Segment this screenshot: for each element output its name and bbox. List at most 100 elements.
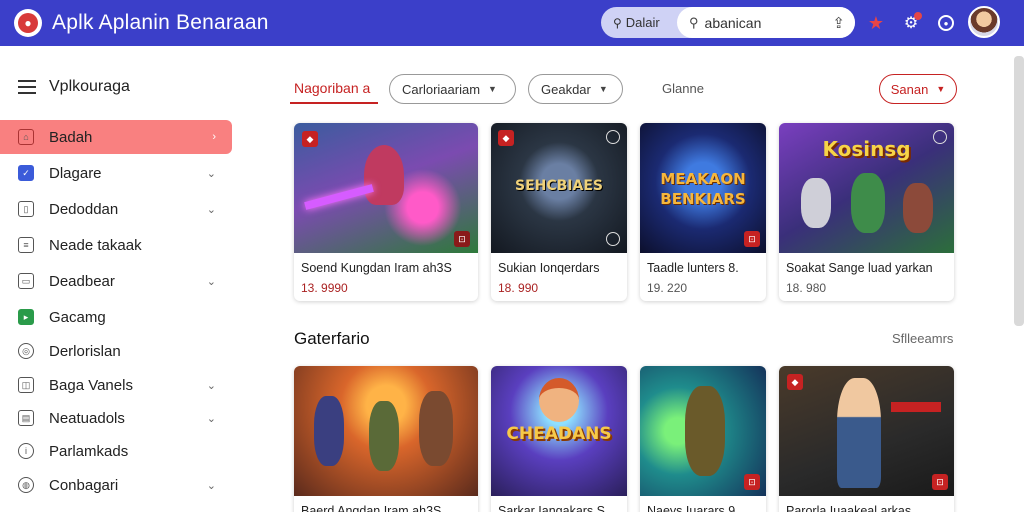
chevron-down-icon: ⌄ — [206, 479, 216, 492]
share-icon[interactable]: ⇪ — [832, 14, 845, 32]
game-card[interactable]: ◆ SEHCBIAES Sukian Ionqerdars 18. 990 — [491, 123, 627, 301]
search-bar: ⚲ Dalair ⚲ ⇪ — [601, 7, 855, 38]
info-icon — [933, 130, 947, 144]
game-cover-image: ◆ ⊡ — [294, 123, 478, 253]
compass-icon: ◎ — [18, 343, 34, 359]
sidebar-title: Vplkouraga — [49, 78, 130, 95]
tab-glanne[interactable]: Glanne — [662, 81, 704, 96]
app-logo[interactable]: ● — [14, 9, 42, 37]
sidebar: Vplkouraga ⌂ Badah › ✓ Dlagare ⌄ ▯ Dedod… — [0, 46, 244, 512]
game-title: Baerd Angdan Iram ah3S — [301, 504, 442, 512]
help-icon[interactable]: ● — [933, 10, 959, 36]
hero-figure — [539, 378, 579, 422]
game-cover-image: ◆ SEHCBIAES — [491, 123, 627, 253]
sidebar-item-gacamg[interactable]: ▸ Gacamg — [0, 300, 232, 334]
notification-badge — [914, 12, 922, 20]
sidebar-item-label: Gacamg — [49, 308, 106, 326]
sidebar-item-neade-takaak[interactable]: ≡ Neade takaak — [0, 228, 232, 262]
sidebar-item-label: Baga Vanels — [49, 376, 133, 394]
sword-graphic — [304, 184, 374, 210]
hero-figure — [851, 173, 885, 233]
sort-dropdown[interactable]: Sanan ▼ — [879, 74, 957, 104]
see-all-link[interactable]: Sflleeamrs — [892, 331, 953, 346]
sidebar-item-label: Neade takaak — [49, 236, 142, 254]
bag-icon: ◫ — [18, 377, 34, 393]
settings-icon[interactable]: ⚙ — [898, 10, 924, 36]
sidebar-item-parlamkads[interactable]: i Parlamkads — [0, 434, 232, 468]
sidebar-item-neatuadols[interactable]: ▤ Neatuadols ⌄ — [0, 401, 232, 435]
game-title: Taadle lunters 8. — [647, 261, 739, 275]
sidebar-item-baga-vanels[interactable]: ◫ Baga Vanels ⌄ — [0, 368, 232, 402]
hero-figure — [419, 391, 453, 466]
search-scope-selector[interactable]: ⚲ Dalair — [601, 15, 677, 30]
game-icon: ▸ — [18, 309, 34, 325]
game-cover-image: MEAKAON BENKIARS ⊡ — [640, 123, 766, 253]
settings-icon — [606, 232, 620, 246]
chevron-down-icon: ⌄ — [206, 275, 216, 288]
game-card[interactable]: CHEADANS Sarkar Iangakars S — [491, 366, 627, 512]
sidebar-item-label: Parlamkads — [49, 442, 129, 460]
game-card[interactable]: Kosinsg Soakat Sange luad yarkan 18. 980 — [779, 123, 954, 301]
tag-icon: ◆ — [498, 130, 514, 146]
genre-dropdown[interactable]: Geakdar ▼ — [528, 74, 623, 104]
genre-dropdown-label: Geakdar — [541, 81, 591, 97]
badge-icon: ⊡ — [932, 474, 948, 490]
game-cover-image: Kosinsg — [779, 123, 954, 253]
hero-figure — [801, 178, 831, 228]
chevron-down-icon: ▼ — [488, 84, 497, 94]
list-icon: ≡ — [18, 237, 34, 253]
badge-icon: ⊡ — [744, 231, 760, 247]
search-input[interactable] — [704, 14, 825, 31]
hero-figure — [903, 183, 933, 233]
app-header: ● Aplk Aplanin Benaraan ⚲ Dalair ⚲ ⇪ ★ ⚙… — [0, 0, 1024, 46]
chevron-down-icon: ⌄ — [206, 412, 216, 425]
game-card[interactable]: ◆ ⊡ Parorla Iuaakeal arkas — [779, 366, 954, 512]
favorite-star-icon[interactable]: ★ — [863, 10, 889, 36]
chevron-down-icon: ⌄ — [206, 379, 216, 392]
game-card[interactable]: Baerd Angdan Iram ah3S — [294, 366, 478, 512]
sidebar-item-dedoddan[interactable]: ▯ Dedoddan ⌄ — [0, 192, 232, 226]
tag-icon: ◆ — [787, 374, 803, 390]
badge-icon: ⊡ — [454, 231, 470, 247]
file-icon: ▯ — [18, 201, 34, 217]
chevron-down-icon: ⌄ — [206, 167, 216, 180]
game-card[interactable]: ⊡ Naeys Iuarars 9. — [640, 366, 766, 512]
active-tab-underline — [290, 102, 378, 104]
cover-art-text: CHEADANS — [506, 424, 612, 444]
sidebar-item-badah[interactable]: ⌂ Badah › — [0, 120, 232, 154]
game-card[interactable]: MEAKAON BENKIARS ⊡ Taadle lunters 8. 19.… — [640, 123, 766, 301]
category-dropdown-label: Carloriaariam — [402, 81, 481, 97]
sidebar-item-label: Conbagari — [49, 476, 119, 494]
sidebar-header: Vplkouraga — [18, 78, 130, 96]
info-icon: i — [18, 443, 34, 459]
category-dropdown[interactable]: Carloriaariam ▼ — [389, 74, 516, 104]
cover-art-text: SEHCBIAES — [515, 178, 603, 194]
search-scope-icon: ⚲ — [613, 15, 622, 30]
game-title: Sarkar Iangakars S — [498, 504, 605, 512]
game-title: Soakat Sange luad yarkan — [786, 261, 933, 275]
game-price: 18. 980 — [786, 281, 827, 295]
sidebar-item-derlorislan[interactable]: ◎ Derlorislan — [0, 334, 232, 368]
game-price: 18. 990 — [498, 281, 539, 295]
info-icon — [606, 130, 620, 144]
hero-figure — [837, 378, 881, 488]
check-icon: ✓ — [18, 165, 34, 181]
sidebar-item-deadbear[interactable]: ▭ Deadbear ⌄ — [0, 264, 232, 298]
sidebar-item-label: Dlagare — [49, 164, 102, 182]
sidebar-item-conbagari[interactable]: ◍ Conbagari ⌄ — [0, 468, 232, 502]
game-title: Parorla Iuaakeal arkas — [786, 504, 912, 512]
user-avatar[interactable] — [968, 6, 1000, 38]
tab-active[interactable]: Nagoriban a — [294, 80, 370, 96]
sidebar-item-label: Dedoddan — [49, 200, 119, 218]
game-title: Soend Kungdan Iram ah3S — [301, 261, 452, 275]
globe-icon: ◍ — [18, 477, 34, 493]
search-field: ⚲ ⇪ — [677, 7, 855, 38]
page-scrollbar[interactable] — [1014, 56, 1024, 326]
game-card[interactable]: ◆ ⊡ Soend Kungdan Iram ah3S 13. 9990 — [294, 123, 478, 301]
hero-figure — [314, 396, 344, 466]
sidebar-item-label: Neatuadols — [49, 409, 125, 427]
sort-label: Sanan — [890, 81, 929, 97]
menu-icon[interactable] — [18, 80, 36, 94]
sidebar-item-dlagare[interactable]: ✓ Dlagare ⌄ — [0, 156, 232, 190]
chevron-down-icon: ⌄ — [206, 203, 216, 216]
